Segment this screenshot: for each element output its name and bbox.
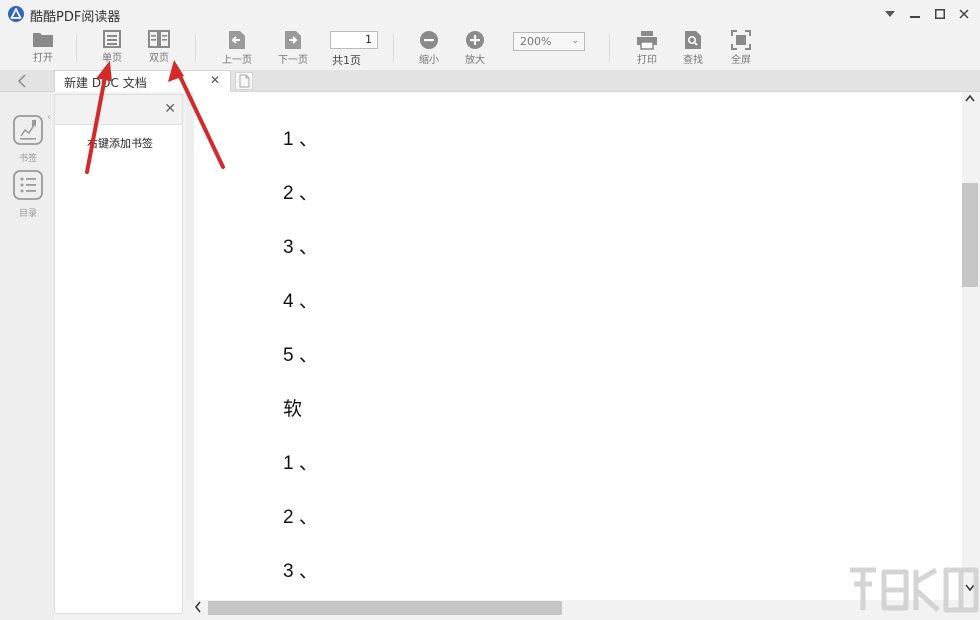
- total-pages-label: 共1页: [332, 54, 361, 67]
- toolbar: 打开 单页 双页 上一页 下一页 1 共1页 缩小 放大 200% ⌄ 打印 查…: [0, 28, 980, 70]
- document-line: 5 、: [283, 345, 318, 366]
- print-label: 打印: [637, 55, 657, 66]
- toc-label: 目录: [18, 209, 37, 219]
- zoom-in-label: 放大: [465, 55, 485, 66]
- bookmarks-label: 书签: [18, 154, 37, 164]
- zoom-in-icon: [466, 31, 484, 49]
- fullscreen-label: 全屏: [731, 55, 751, 66]
- document-line: 2 、: [283, 507, 318, 528]
- toolbar-separator: [609, 34, 610, 62]
- document-line: 4 、: [283, 291, 318, 312]
- panel-collapse-icon[interactable]: ‹: [47, 112, 51, 123]
- zoom-level-value: 200%: [520, 35, 552, 48]
- toolbar-separator: [393, 34, 394, 62]
- tab-close-icon[interactable]: ✕: [210, 73, 220, 87]
- list-icon: [13, 170, 43, 200]
- vertical-scroll-thumb[interactable]: [962, 183, 978, 287]
- document-line: 2 、: [283, 183, 318, 204]
- fullscreen-button[interactable]: 全屏: [721, 30, 761, 68]
- bookmark-hint: 右键添加书签: [87, 137, 153, 150]
- new-tab-button[interactable]: [235, 72, 253, 90]
- document-line: 1 、: [283, 129, 318, 150]
- tab-title: 新建 DOC 文档: [64, 76, 147, 90]
- tab-bar: 新建 DOC 文档 ✕: [0, 70, 980, 92]
- sidebar-item-bookmarks[interactable]: 书签: [10, 114, 46, 164]
- scroll-left-icon[interactable]: [194, 601, 202, 616]
- toolbar-separator: [195, 34, 196, 62]
- zoom-out-label: 缩小: [419, 55, 439, 66]
- horizontal-scroll-thumb[interactable]: [208, 601, 562, 615]
- single-page-label: 单页: [102, 53, 122, 64]
- single-page-icon: [103, 30, 121, 48]
- maximize-icon[interactable]: [928, 4, 952, 24]
- prev-page-button[interactable]: 上一页: [217, 30, 257, 68]
- find-label: 查找: [683, 55, 703, 66]
- find-icon: [685, 31, 701, 49]
- scroll-up-icon[interactable]: [965, 94, 975, 105]
- double-page-button[interactable]: 双页: [139, 30, 179, 68]
- open-label: 打开: [33, 53, 53, 64]
- print-button[interactable]: 打印: [627, 30, 667, 68]
- title-bar: 酷酷PDF阅读器: [0, 0, 980, 28]
- page-number-input[interactable]: 1: [330, 31, 378, 49]
- close-icon[interactable]: ✕: [164, 101, 176, 117]
- toolbar-separator: [76, 34, 77, 62]
- tab-document[interactable]: 新建 DOC 文档 ✕: [54, 70, 231, 92]
- minimize-icon[interactable]: [903, 4, 927, 24]
- next-page-icon: [285, 31, 301, 49]
- close-icon[interactable]: [952, 4, 976, 24]
- document-viewport[interactable]: 1 、 2 、 3 、 4 、 5 、 软 1 、 2 、 3 、: [186, 92, 962, 600]
- zoom-out-button[interactable]: 缩小: [409, 30, 449, 68]
- document-line: 3 、: [283, 237, 318, 258]
- sidebar-rail: 书签 目录 ‹: [0, 92, 54, 620]
- zoom-out-icon: [420, 31, 438, 49]
- chevron-down-icon: ⌄: [571, 36, 579, 46]
- watermark-logo-icon: [850, 567, 979, 613]
- bookmark-icon: [13, 115, 43, 145]
- prev-page-icon: [229, 31, 245, 49]
- document-line: 软: [283, 399, 303, 420]
- double-page-icon: [148, 30, 170, 48]
- document-page: 1 、 2 、 3 、 4 、 5 、 软 1 、 2 、 3 、: [194, 92, 962, 600]
- sidebar-item-toc[interactable]: 目录: [10, 169, 46, 219]
- next-page-button[interactable]: 下一页: [273, 30, 313, 68]
- open-button[interactable]: 打开: [23, 30, 63, 68]
- printer-icon: [637, 31, 657, 50]
- window-title: 酷酷PDF阅读器: [30, 10, 121, 25]
- folder-icon: [33, 33, 53, 47]
- find-button[interactable]: 查找: [673, 30, 713, 68]
- new-document-icon: [239, 74, 250, 88]
- single-page-button[interactable]: 单页: [92, 30, 132, 68]
- prev-page-label: 上一页: [222, 55, 252, 66]
- dropdown-menu-icon[interactable]: [878, 4, 902, 24]
- document-line: 3 、: [283, 561, 318, 582]
- document-line: 1 、: [283, 453, 318, 474]
- next-page-label: 下一页: [278, 55, 308, 66]
- bookmark-panel-header: ✕: [55, 95, 182, 125]
- fullscreen-icon: [731, 30, 751, 50]
- double-page-label: 双页: [149, 53, 169, 64]
- zoom-in-button[interactable]: 放大: [455, 30, 495, 68]
- app-logo-icon: [8, 6, 24, 22]
- zoom-level-select[interactable]: 200% ⌄: [513, 32, 585, 51]
- bookmark-panel: ✕ 右键添加书签: [54, 94, 183, 614]
- chevron-left-icon[interactable]: [12, 72, 32, 90]
- vertical-scrollbar[interactable]: [962, 92, 980, 600]
